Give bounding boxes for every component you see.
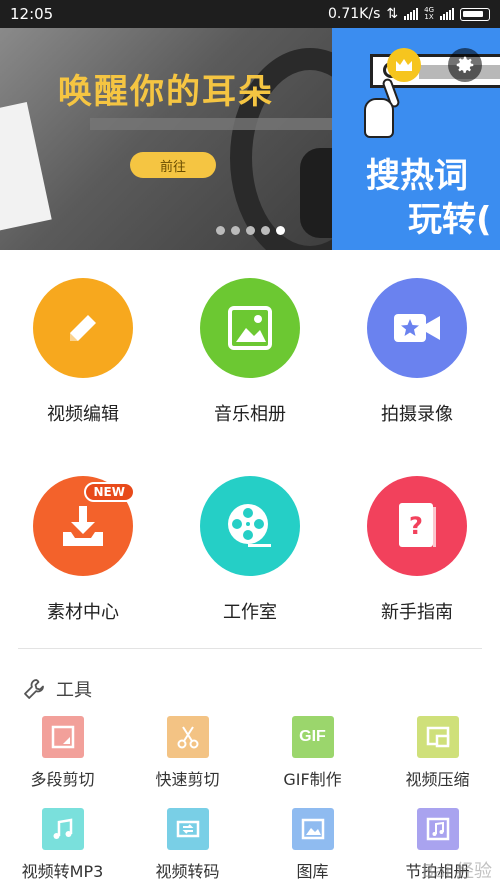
status-bar: 12:05 0.71K/s ⇅ 4G 1X bbox=[0, 0, 500, 28]
banner-right-line2: 玩转( bbox=[408, 200, 492, 240]
gear-icon bbox=[456, 56, 474, 73]
carousel-dot[interactable] bbox=[216, 226, 225, 235]
carousel-dot[interactable] bbox=[246, 226, 255, 235]
signal-icon-2 bbox=[440, 8, 454, 20]
hand-icon bbox=[364, 98, 394, 138]
guide-book-icon: ? bbox=[399, 503, 436, 547]
feature-studio[interactable]: 工作室 bbox=[167, 476, 333, 624]
carousel-dot[interactable] bbox=[261, 226, 270, 235]
signal-icon bbox=[404, 8, 419, 20]
gif-icon: GIF bbox=[299, 728, 326, 745]
tool-video-to-mp3[interactable]: 视频转MP3 bbox=[0, 808, 125, 882]
multi-cut-icon-box bbox=[41, 716, 84, 758]
watermark: Bai 经验 bbox=[421, 861, 492, 882]
tools-title: 工具 bbox=[56, 680, 92, 701]
feature-beginner-guide[interactable]: ? 新手指南 bbox=[334, 476, 500, 624]
battery-icon bbox=[460, 7, 490, 21]
new-badge: NEW bbox=[83, 482, 135, 502]
feature-label: 工作室 bbox=[223, 602, 277, 623]
tool-video-transcode[interactable]: 视频转码 bbox=[125, 808, 250, 882]
video-transcode-icon-box bbox=[166, 808, 209, 850]
tool-video-compress[interactable]: 视频压缩 bbox=[375, 716, 500, 790]
section-divider bbox=[18, 648, 482, 649]
tool-label: 视频转MP3 bbox=[21, 862, 104, 881]
tools-header: 工具 bbox=[22, 676, 92, 702]
video-edit-circle[interactable] bbox=[33, 278, 133, 378]
tool-multi-cut[interactable]: 多段剪切 bbox=[0, 716, 125, 790]
feature-label: 素材中心 bbox=[47, 602, 119, 623]
convert-icon bbox=[176, 820, 199, 838]
banner-carousel[interactable]: 唤醒你的耳朵 前往 搜热词 玩转( bbox=[0, 28, 500, 250]
data-transfer-icon: ⇅ bbox=[386, 6, 399, 22]
scissors-icon bbox=[177, 726, 198, 749]
download-icon bbox=[63, 506, 103, 546]
pencil-icon bbox=[70, 315, 96, 341]
crown-icon bbox=[396, 59, 412, 71]
feature-video-edit[interactable]: 视频编辑 bbox=[0, 278, 166, 426]
feature-label: 视频编辑 bbox=[47, 404, 119, 425]
tool-label: 快速剪切 bbox=[155, 770, 220, 789]
video-to-mp3-icon-box bbox=[41, 808, 84, 850]
image-icon bbox=[228, 306, 272, 350]
headphone-cup-image bbox=[300, 148, 332, 238]
camera-record-circle[interactable] bbox=[367, 278, 467, 378]
banner-slide-headphones[interactable]: 唤醒你的耳朵 前往 bbox=[0, 28, 332, 250]
film-reel-icon bbox=[228, 504, 271, 547]
tool-gallery[interactable]: 图库 bbox=[250, 808, 375, 882]
studio-circle[interactable] bbox=[200, 476, 300, 576]
gallery-icon-box bbox=[291, 808, 334, 850]
banner-title: 唤醒你的耳朵 bbox=[58, 72, 274, 112]
feature-label: 新手指南 bbox=[381, 602, 453, 623]
paper-decoration bbox=[0, 102, 52, 234]
beat-album-icon bbox=[426, 817, 449, 841]
material-center-circle[interactable]: NEW bbox=[33, 476, 135, 576]
tool-gif-make[interactable]: GIF GIF制作 bbox=[250, 716, 375, 790]
wrench-icon bbox=[24, 679, 44, 699]
compress-icon bbox=[426, 726, 449, 748]
gif-make-icon-box: GIF bbox=[291, 716, 334, 758]
video-compress-icon-box bbox=[416, 716, 459, 758]
tool-label: 多段剪切 bbox=[30, 770, 95, 789]
video-camera-icon bbox=[394, 314, 440, 342]
beat-album-icon-box bbox=[416, 808, 459, 850]
vip-crown-button[interactable] bbox=[387, 48, 421, 82]
quick-cut-icon-box bbox=[166, 716, 209, 758]
status-indicators: 0.71K/s ⇅ 4G 1X bbox=[328, 6, 490, 22]
tool-label: 视频转码 bbox=[155, 862, 220, 881]
banner-right-line1: 搜热词 bbox=[366, 156, 468, 196]
network-4g-icon: 4G 1X bbox=[424, 6, 434, 21]
tool-quick-cut[interactable]: 快速剪切 bbox=[125, 716, 250, 790]
feature-music-album[interactable]: 音乐相册 bbox=[167, 278, 333, 426]
gallery-icon bbox=[301, 818, 324, 840]
feature-label: 音乐相册 bbox=[214, 404, 286, 425]
settings-button[interactable] bbox=[448, 48, 482, 82]
status-time: 12:05 bbox=[10, 5, 54, 23]
svg-text:?: ? bbox=[409, 512, 423, 540]
music-note-icon bbox=[53, 818, 72, 839]
banner-stroke-decoration bbox=[90, 118, 332, 130]
music-album-circle[interactable] bbox=[200, 278, 300, 378]
crop-icon bbox=[51, 725, 74, 749]
beginner-guide-circle[interactable]: ? bbox=[367, 476, 467, 576]
tool-label: 视频压缩 bbox=[405, 770, 470, 789]
carousel-indicator bbox=[216, 226, 285, 235]
tool-label: 图库 bbox=[296, 862, 329, 881]
banner-goto-button[interactable]: 前往 bbox=[130, 152, 216, 178]
tool-label: GIF制作 bbox=[283, 770, 342, 789]
feature-label: 拍摄录像 bbox=[381, 404, 453, 425]
feature-camera-record[interactable]: 拍摄录像 bbox=[334, 278, 500, 426]
network-speed: 0.71K/s bbox=[328, 6, 381, 22]
feature-material-center[interactable]: NEW 素材中心 bbox=[0, 476, 166, 624]
carousel-dot[interactable] bbox=[231, 226, 240, 235]
carousel-dot-active[interactable] bbox=[276, 226, 285, 235]
